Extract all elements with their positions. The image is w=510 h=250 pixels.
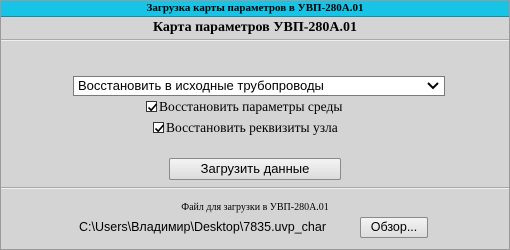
restore-node-details-checkbox[interactable] — [153, 122, 165, 133]
file-section-label: Файл для загрузки в УВП-280А.01 — [181, 202, 329, 213]
page-title: Карта параметров УВП-280А.01 — [152, 20, 358, 35]
file-picker[interactable]: C:\Users\Владимир\Desktop\7835.uvp_char … — [79, 217, 431, 238]
restore-node-details-option[interactable]: Восстановить реквизиты узла — [153, 119, 338, 136]
window-title: Загрузка карты параметров в УВП-280А.01 — [1, 1, 509, 17]
restore-mode-select[interactable]: Восстановить в исходные трубопроводы — [73, 76, 445, 96]
restore-node-details-label: Восстановить реквизиты узла — [166, 120, 338, 135]
file-path-field[interactable]: C:\Users\Владимир\Desktop\7835.uvp_char — [79, 217, 358, 238]
chevron-down-icon — [426, 78, 440, 94]
divider — [1, 187, 509, 189]
restore-env-params-label: Восстановить параметры среды — [159, 99, 343, 114]
dialog-window: Загрузка карты параметров в УВП-280А.01 … — [0, 0, 510, 250]
load-data-button[interactable]: Загрузить данные — [169, 158, 341, 180]
restore-env-params-option[interactable]: Восстановить параметры среды — [146, 98, 342, 115]
restore-mode-value: Восстановить в исходные трубопроводы — [78, 78, 324, 93]
divider — [1, 39, 509, 41]
restore-env-params-checkbox[interactable] — [146, 101, 158, 112]
browse-button[interactable]: Обзор... — [360, 217, 428, 238]
